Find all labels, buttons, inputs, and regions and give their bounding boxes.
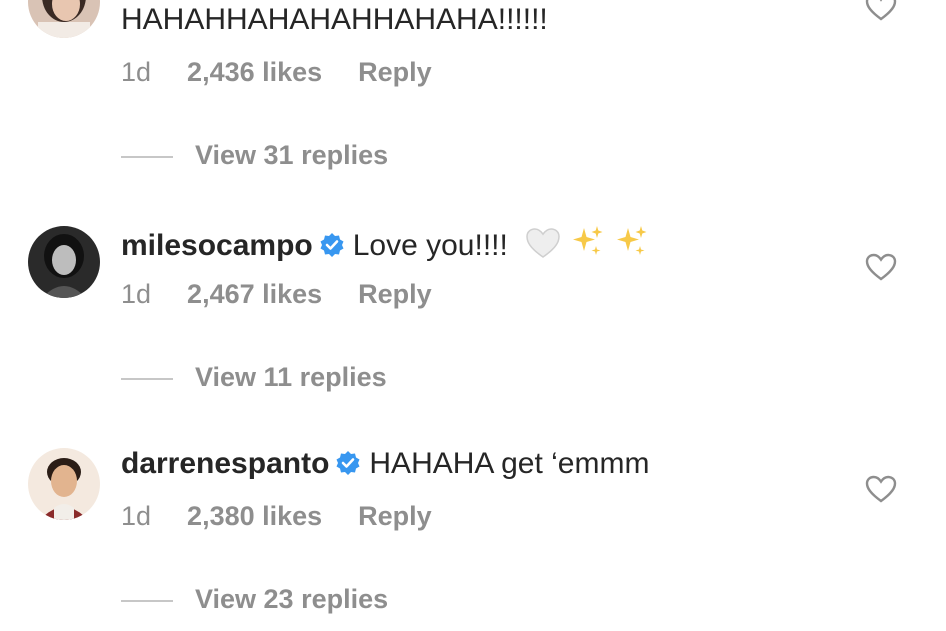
comment-time: 1d [121,279,152,309]
replies-divider-line [121,155,173,158]
comment-meta: 1d 2,380 likes Reply [121,500,432,532]
comment-time: 1d [121,501,152,531]
likes-count[interactable]: 2,436 likes [187,56,322,88]
likes-count[interactable]: 2,467 likes [187,278,322,310]
comment-meta: 1d 2,467 likes Reply [121,278,432,310]
comment-text: HAHAHHAHAHAHHAHAHA!!!!!! [121,3,548,36]
sparkles-emoji [614,224,650,269]
sparkles-emoji [570,224,606,269]
heart-icon[interactable] [864,252,898,282]
replies-divider-line [121,599,173,602]
username[interactable]: darrenespanto [121,447,329,480]
avatar[interactable] [28,0,100,38]
avatar[interactable] [28,448,100,520]
avatar[interactable] [28,226,100,298]
comment-text: darrenespanto HAHAHA get ‘emmm [121,447,650,480]
view-replies-button[interactable]: View 11 replies [121,362,387,394]
reply-button[interactable]: Reply [358,56,432,88]
white-heart-emoji [524,226,562,269]
comment-time: 1d [121,57,152,87]
view-replies-button[interactable]: View 31 replies [121,140,388,172]
heart-icon[interactable] [864,0,898,22]
heart-icon[interactable] [864,474,898,504]
view-replies-button[interactable]: View 23 replies [121,584,388,616]
verified-badge-icon [336,451,360,475]
reply-button[interactable]: Reply [358,500,432,532]
comment-text: milesocampo Love you!!!! [121,224,650,269]
likes-count[interactable]: 2,380 likes [187,500,322,532]
comment-meta: 1d 2,436 likes Reply [121,56,432,88]
verified-badge-icon [320,233,344,257]
replies-divider-line [121,377,173,380]
reply-button[interactable]: Reply [358,278,432,310]
username[interactable]: milesocampo [121,229,313,262]
